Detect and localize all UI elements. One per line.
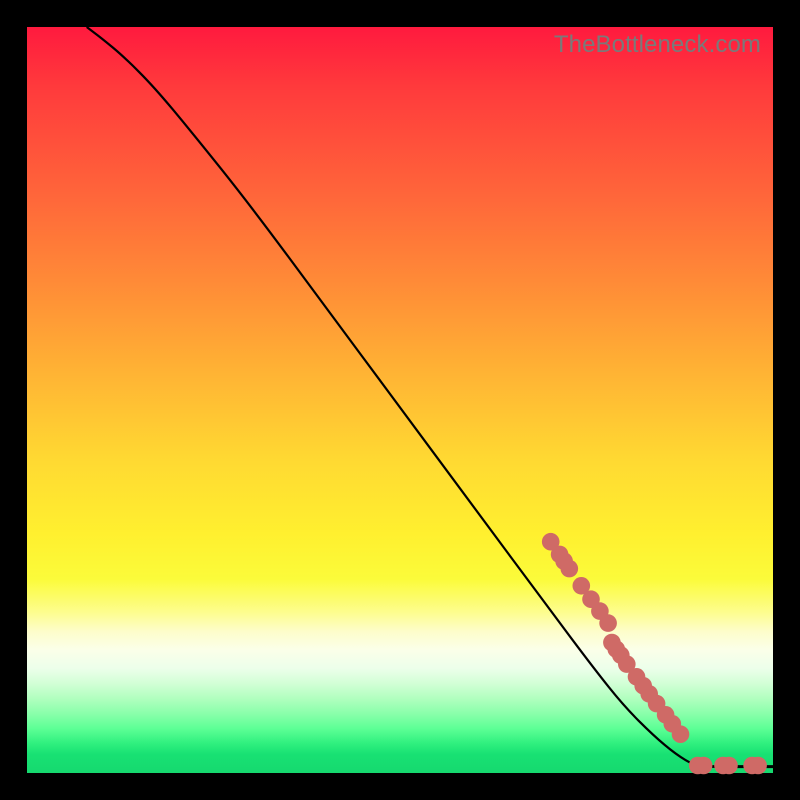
data-point xyxy=(599,614,617,632)
chart-overlay xyxy=(27,27,773,773)
data-point xyxy=(749,757,767,775)
chart-root: TheBottleneck.com xyxy=(0,0,800,800)
data-points xyxy=(542,533,767,774)
plot-area: TheBottleneck.com xyxy=(27,27,773,773)
data-point xyxy=(561,560,579,578)
main-curve xyxy=(87,27,773,767)
data-point xyxy=(672,725,690,743)
data-point xyxy=(695,757,713,775)
data-point xyxy=(720,757,738,775)
